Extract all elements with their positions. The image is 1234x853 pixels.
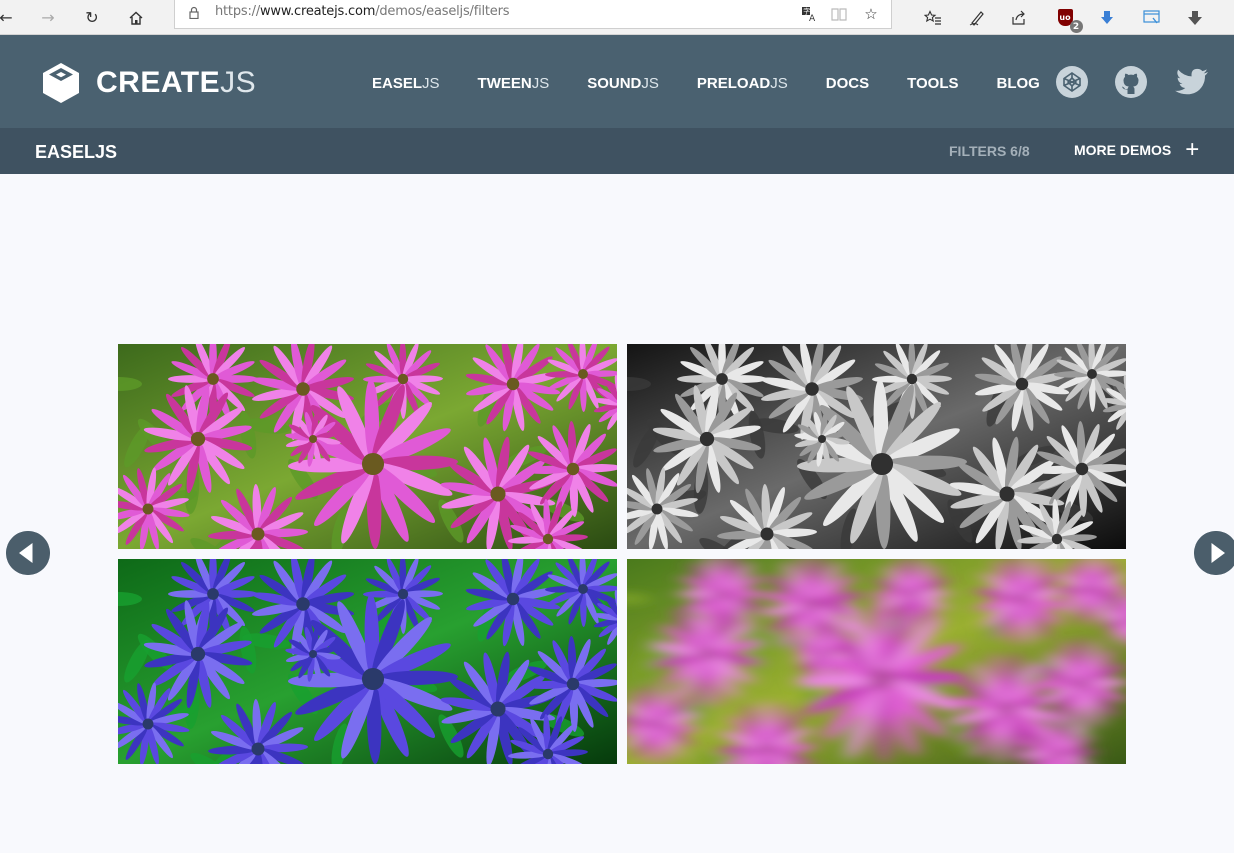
nav-blog[interactable]: BLOG — [997, 75, 1040, 92]
nav-preloadjs[interactable]: PRELOADJS — [697, 75, 788, 92]
favorites-list-icon[interactable] — [916, 0, 950, 35]
lock-icon — [189, 6, 199, 19]
browser-toolbar: ← → ↻ https://www.createjs.com/demos/eas… — [0, 0, 1234, 35]
screenshot-icon[interactable] — [1134, 0, 1168, 35]
flower-image-original — [118, 344, 617, 549]
github-icon[interactable] — [1114, 65, 1148, 99]
section-title[interactable]: EASELJS — [35, 142, 117, 163]
twitter-icon[interactable] — [1174, 65, 1210, 99]
blur-filter-panel — [627, 559, 1126, 764]
nav-docs[interactable]: DOCS — [826, 75, 869, 92]
plus-icon: + — [1185, 136, 1200, 163]
main-nav: EASELJS TWEENJS SOUNDJS PRELOADJS DOCS T… — [372, 75, 1078, 92]
svg-text:A: A — [809, 14, 816, 22]
previous-demo-arrow-icon[interactable] — [6, 531, 50, 575]
original-image-panel — [118, 344, 617, 549]
flower-image-grayscale — [627, 344, 1126, 549]
back-icon[interactable]: ← — [0, 0, 24, 35]
home-icon[interactable] — [118, 0, 154, 35]
logo-wordmark: CREATEJS — [96, 66, 257, 99]
sub-header: EASELJS FILTERS 6/8 MORE DEMOS + — [0, 128, 1234, 174]
next-demo-arrow-icon[interactable] — [1194, 531, 1234, 575]
filters-demo-canvas — [118, 344, 1126, 764]
nav-easeljs[interactable]: EASELJS — [372, 75, 440, 92]
codepen-icon[interactable] — [1055, 65, 1089, 99]
cube-logo-icon — [43, 63, 79, 103]
download-arrow-icon[interactable] — [1178, 0, 1212, 35]
share-icon[interactable] — [1002, 0, 1036, 35]
demo-counter: FILTERS 6/8 — [949, 143, 1030, 159]
url-text: https://www.createjs.com/demos/easeljs/f… — [215, 4, 510, 19]
nav-tools[interactable]: TOOLS — [907, 75, 958, 92]
refresh-icon[interactable]: ↻ — [74, 0, 110, 35]
more-demos-button[interactable]: MORE DEMOS + — [1074, 136, 1200, 163]
translate-icon[interactable]: 字A — [797, 2, 821, 26]
nav-soundjs[interactable]: SOUNDJS — [587, 75, 659, 92]
favorite-star-icon[interactable]: ☆ — [859, 2, 883, 26]
grayscale-filter-panel — [627, 344, 1126, 549]
forward-icon[interactable]: → — [30, 0, 66, 35]
nav-tweenjs[interactable]: TWEENJS — [478, 75, 550, 92]
download-extension-icon[interactable] — [1090, 0, 1124, 35]
createjs-logo[interactable]: CREATEJS — [42, 62, 256, 104]
ublock-icon[interactable]: uo 2 — [1048, 0, 1083, 35]
extension-badge: 2 — [1069, 20, 1083, 33]
address-bar[interactable]: https://www.createjs.com/demos/easeljs/f… — [174, 0, 892, 29]
pen-icon[interactable] — [960, 0, 994, 35]
flower-image-blue — [118, 559, 617, 764]
site-header: CREATEJS EASELJS TWEENJS SOUNDJS PRELOAD… — [0, 35, 1234, 128]
flower-image-blur — [627, 559, 1126, 764]
more-demos-label: MORE DEMOS — [1074, 142, 1172, 158]
color-filter-panel — [118, 559, 617, 764]
reading-view-icon[interactable] — [827, 2, 851, 26]
